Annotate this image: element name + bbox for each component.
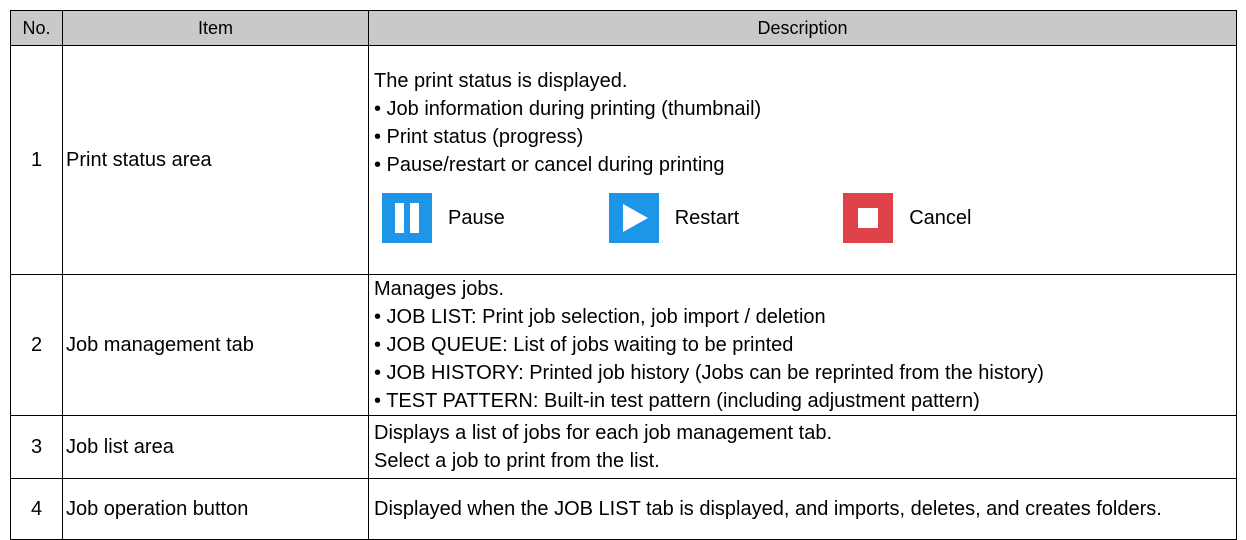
header-no: No. [10,10,63,46]
restart-label: Restart [674,207,740,229]
row-item: Job management tab [62,274,369,416]
row-number: 4 [10,478,63,540]
restart-button-sample: Restart [608,193,740,243]
description-bullet: • TEST PATTERN: Built-in test pattern (i… [374,390,980,412]
pause-button-sample: Pause [382,193,505,243]
table-row: 4 Job operation button Displayed when th… [10,478,1237,540]
pause-label: Pause [448,207,505,229]
row-description: The print status is displayed. • Job inf… [368,45,1237,275]
description-line: Select a job to print from the list. [374,450,660,472]
description-bullet: • JOB LIST: Print job selection, job imp… [374,306,826,328]
description-bullet: • Pause/restart or cancel during printin… [374,154,725,176]
row-description: Manages jobs. • JOB LIST: Print job sele… [368,274,1237,416]
description-table: No. Item Description 1 Print status area… [10,10,1237,540]
header-item: Item [62,10,369,46]
play-icon [608,193,659,243]
description-line: Manages jobs. [374,278,505,300]
row-item: Job list area [62,415,369,479]
row-number: 3 [10,415,63,479]
print-control-buttons: Pause Restart Cancel [374,191,1228,245]
table-row: 1 Print status area The print status is … [10,45,1237,275]
header-description: Description [368,10,1237,46]
stop-icon [843,193,894,243]
table-row: 2 Job management tab Manages jobs. • JOB… [10,274,1237,416]
row-number: 2 [10,274,63,416]
description-line: Displays a list of jobs for each job man… [374,422,833,444]
description-line: The print status is displayed. [374,70,628,92]
description-bullet: • Job information during printing (thumb… [374,98,762,120]
pause-icon [382,193,432,243]
row-item: Job operation button [62,478,369,540]
row-description: Displays a list of jobs for each job man… [368,415,1237,479]
row-description: Displayed when the JOB LIST tab is displ… [368,478,1237,540]
description-bullet: • JOB QUEUE: List of jobs waiting to be … [374,334,794,356]
cancel-label: Cancel [909,207,972,229]
row-number: 1 [10,45,63,275]
description-bullet: • Print status (progress) [374,126,584,148]
description-line: Displayed when the JOB LIST tab is displ… [374,498,1162,520]
cancel-button-sample: Cancel [843,193,971,243]
table-row: 3 Job list area Displays a list of jobs … [10,415,1237,479]
table-header-row: No. Item Description [10,10,1237,46]
description-bullet: • JOB HISTORY: Printed job history (Jobs… [374,362,1044,384]
row-item: Print status area [62,45,369,275]
